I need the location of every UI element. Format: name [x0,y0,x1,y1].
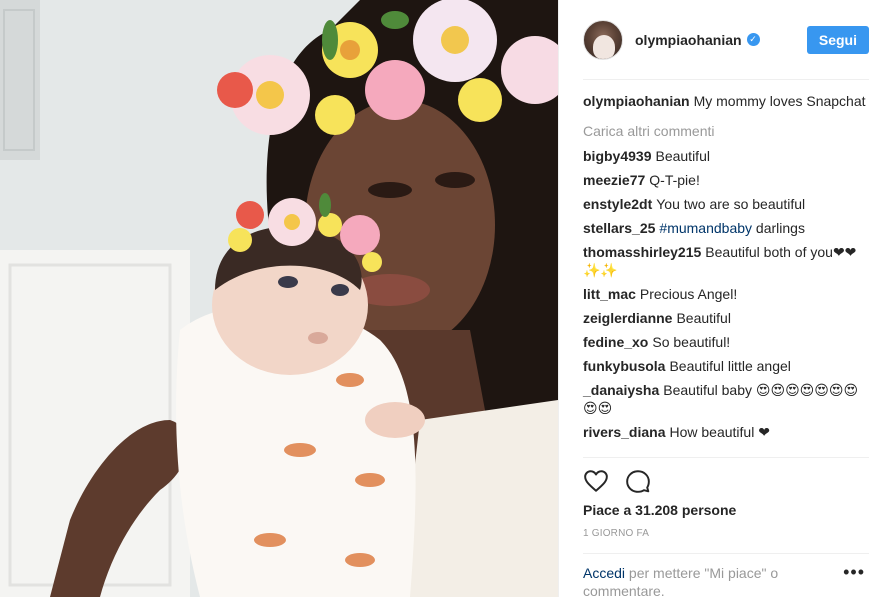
comments-list[interactable]: olympiaohanian My mommy loves Snapchat Ca… [559,80,873,457]
comment-text: Beautiful [655,148,710,164]
author-username[interactable]: olympiaohanian [635,32,742,48]
comment-username[interactable]: zeiglerdianne [583,310,672,326]
photo-illustration [0,0,558,597]
comment-username[interactable]: funkybusola [583,358,665,374]
comment-username[interactable]: enstyle2dt [583,196,652,212]
comment-icon[interactable] [625,468,651,494]
login-link[interactable]: Accedi [583,565,625,581]
comment-item: zeiglerdianne Beautiful [583,309,869,327]
comment-username[interactable]: thomasshirley215 [583,244,701,260]
comment-username[interactable]: _danaiysha [583,382,659,398]
comment-hashtag[interactable]: #mumandbaby [659,220,752,236]
comment-item: thomasshirley215 Beautiful both of you❤❤✨… [583,243,869,279]
comment-text: How beautiful ❤ [669,424,770,440]
instagram-post: olympiaohanian ✓ Segui olympiaohanian My … [0,0,873,597]
post-actions-section: Piace a 31.208 persone 1 GIORNO FA Acced… [583,457,869,597]
comment-username[interactable]: bigby4939 [583,148,651,164]
comment-item: enstyle2dt You two are so beautiful [583,195,869,213]
verified-badge-icon: ✓ [746,33,760,46]
comment-text: So beautiful! [652,334,731,350]
comment-item: _danaiysha Beautiful baby 😍😍😍😍😍😍😍😍😍 [583,381,869,417]
caption-text: My mommy loves Snapchat [693,93,866,109]
post-timestamp[interactable]: 1 GIORNO FA [583,528,869,539]
login-prompt: Accedi per mettere "Mi piace" o commenta… [583,553,869,597]
comment-username[interactable]: stellars_25 [583,220,655,236]
comment-item: stellars_25 #mumandbaby darlings [583,219,869,237]
comment-username[interactable]: meezie77 [583,172,645,188]
caption-username[interactable]: olympiaohanian [583,93,690,109]
comments-fade [559,447,873,457]
follow-button[interactable]: Segui [806,25,869,54]
comment-text: You two are so beautiful [656,196,806,212]
comment-text: Precious Angel! [639,286,738,302]
comment-item: litt_mac Precious Angel! [583,285,869,303]
comment-item: bigby4939 Beautiful [583,147,869,165]
comment-text: Q-T-pie! [649,172,700,188]
comment-text: darlings [755,220,805,236]
comment-username[interactable]: fedine_xo [583,334,648,350]
comment-item: fedine_xo So beautiful! [583,333,869,351]
post-side-panel: olympiaohanian ✓ Segui olympiaohanian My … [558,0,873,597]
comment-text: Beautiful [676,310,731,326]
more-options-icon[interactable]: ••• [843,562,865,583]
comment-item: rivers_diana How beautiful ❤ [583,423,869,441]
comment-username[interactable]: litt_mac [583,286,636,302]
post-photo[interactable] [0,0,558,597]
comment-text: Beautiful little angel [669,358,791,374]
heart-icon[interactable] [583,468,609,494]
post-header: olympiaohanian ✓ Segui [583,0,869,80]
comment-item: funkybusola Beautiful little angel [583,357,869,375]
author-avatar[interactable] [583,19,623,60]
comment-username[interactable]: rivers_diana [583,424,666,440]
action-bar [583,458,869,498]
likes-count[interactable]: Piace a 31.208 persone [583,502,869,518]
comment-item: meezie77 Q-T-pie! [583,171,869,189]
post-caption: olympiaohanian My mommy loves Snapchat [583,92,869,110]
likes-text: Piace a 31.208 persone [583,502,737,518]
load-more-comments[interactable]: Carica altri commenti [583,123,869,139]
